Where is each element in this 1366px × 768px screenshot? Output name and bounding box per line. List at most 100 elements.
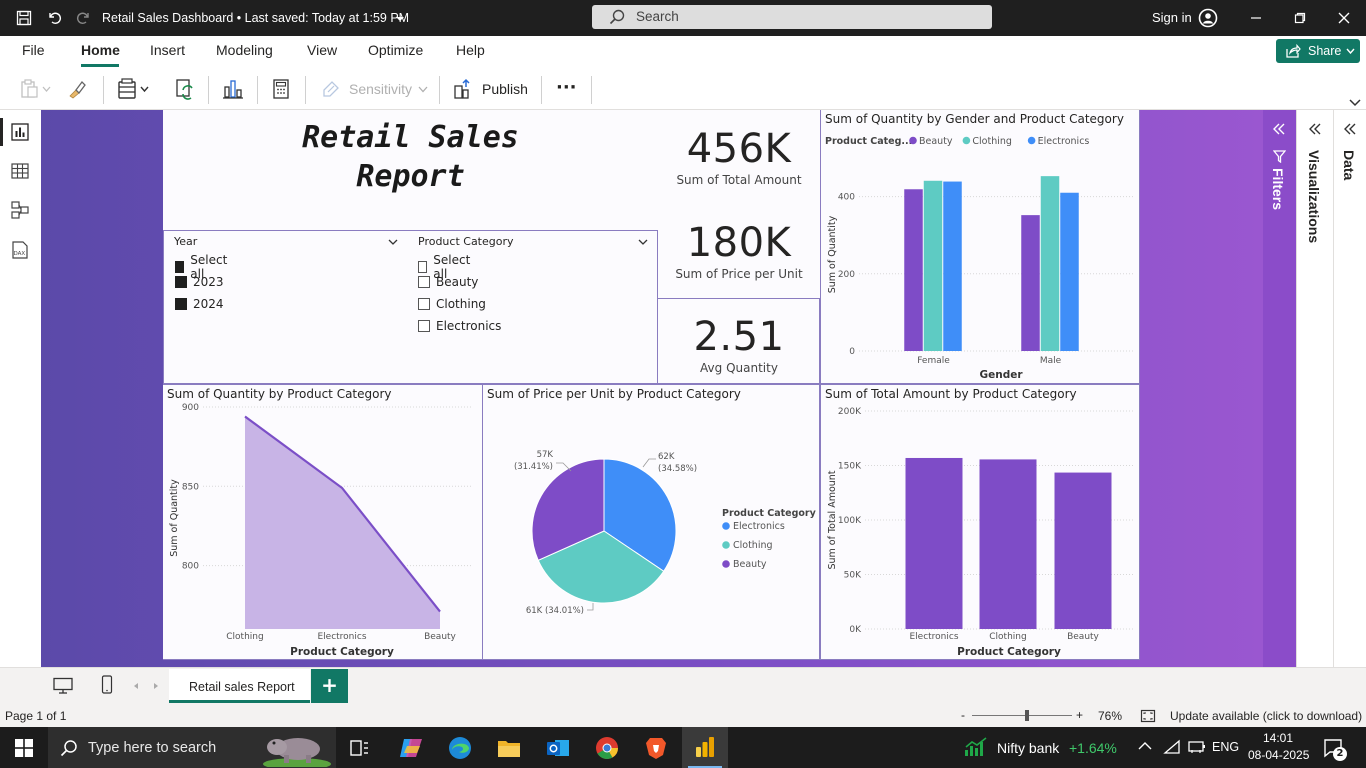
data-pane[interactable]: Data (1333, 110, 1366, 667)
chrome-icon[interactable] (594, 735, 620, 761)
publish-button[interactable]: Publish (453, 77, 528, 101)
report-view-icon[interactable] (10, 122, 30, 142)
scroll-left-icon[interactable] (132, 682, 140, 690)
minimize-button[interactable] (1246, 8, 1266, 28)
copilot-icon[interactable] (398, 735, 424, 761)
chart-quantity-by-gender[interactable]: Sum of Quantity by Gender and Product Ca… (820, 110, 1140, 384)
expand-pane-icon[interactable] (1308, 122, 1322, 136)
undo-icon[interactable] (44, 8, 64, 28)
add-page-button[interactable]: + (311, 669, 348, 703)
expand-pane-icon[interactable] (1343, 122, 1357, 136)
clock-time[interactable]: 14:01 (1263, 731, 1293, 745)
wifi-icon[interactable] (1163, 739, 1181, 755)
account-icon[interactable] (1198, 8, 1218, 28)
refresh-button[interactable] (175, 77, 195, 101)
page-tab-retail-sales-report[interactable]: Retail sales Report (169, 669, 310, 703)
fit-to-page-icon[interactable] (1140, 709, 1156, 723)
zoom-out-button[interactable]: - (961, 708, 965, 722)
mobile-layout-icon[interactable] (100, 675, 114, 695)
chevron-up-icon[interactable] (1138, 741, 1152, 751)
maximize-button[interactable] (1290, 8, 1310, 28)
sign-in-link[interactable]: Sign in (1152, 10, 1192, 25)
update-available-link[interactable]: Update available (click to download) (1170, 709, 1362, 723)
tab-modeling[interactable]: Modeling (216, 42, 273, 58)
data-label: 62K (658, 452, 675, 462)
sensitivity-button[interactable]: Sensitivity (320, 77, 428, 101)
outlook-icon[interactable] (545, 735, 571, 761)
slicer-container: Year Select all 2023 2024 Product Catego… (163, 230, 658, 384)
filters-pane[interactable]: Filters (1263, 110, 1296, 667)
power-bi-taskbar-item[interactable] (682, 727, 728, 768)
checkbox[interactable] (175, 276, 187, 288)
zoom-slider-thumb[interactable] (1024, 710, 1029, 721)
checkbox[interactable] (418, 261, 428, 273)
search-box[interactable]: Search (592, 5, 992, 29)
dax-query-view-icon[interactable]: DAX (10, 240, 30, 260)
expand-pane-icon[interactable] (1272, 122, 1286, 136)
paste-button[interactable] (19, 77, 53, 101)
file-explorer-icon[interactable] (496, 735, 522, 761)
slicer-product-category: Product Category (418, 235, 648, 248)
checkbox[interactable] (175, 298, 187, 310)
chart-quantity-by-category[interactable]: Sum of Quantity by Product Category 800 8… (163, 384, 483, 660)
visualizations-pane[interactable]: Visualizations (1296, 110, 1333, 667)
view-rail: DAX (0, 110, 41, 667)
close-button[interactable] (1334, 8, 1354, 28)
y-tick-label: 850 (182, 482, 199, 492)
checkbox[interactable] (418, 276, 430, 288)
brave-browser-icon[interactable] (643, 735, 669, 761)
bar (905, 457, 963, 629)
tab-help[interactable]: Help (456, 42, 485, 58)
zoom-slider[interactable] (972, 715, 1072, 716)
slicer-item[interactable]: Beauty (418, 275, 478, 289)
format-painter-button[interactable] (67, 77, 87, 101)
stock-name[interactable]: Nifty bank (997, 740, 1059, 756)
kpi-card-price-per-unit[interactable]: 180K Sum of Price per Unit (658, 220, 820, 281)
tab-home[interactable]: Home (81, 42, 120, 58)
legend-marker (909, 136, 917, 145)
clock-date[interactable]: 08-04-2025 (1248, 748, 1309, 762)
model-view-icon[interactable] (10, 200, 30, 220)
redo-icon[interactable] (74, 8, 94, 28)
visualizations-label: Visualizations (1306, 150, 1322, 244)
edge-browser-icon[interactable] (447, 735, 473, 761)
windows-start-icon[interactable] (15, 739, 33, 757)
language-indicator[interactable]: ENG (1212, 740, 1239, 754)
taskbar-search[interactable]: Type here to search (48, 727, 336, 768)
scroll-right-icon[interactable] (152, 682, 160, 690)
more-options-button[interactable]: ··· (556, 75, 577, 99)
chevron-down-icon[interactable] (638, 237, 648, 247)
checkbox[interactable] (418, 320, 430, 332)
task-view-icon[interactable] (348, 737, 370, 759)
save-icon[interactable] (14, 8, 34, 28)
chart-amount-by-category[interactable]: Sum of Total Amount by Product Category … (820, 384, 1140, 660)
new-measure-button[interactable] (271, 77, 291, 101)
kpi-card-total-amount[interactable]: 456K Sum of Total Amount (658, 126, 820, 187)
slicer-item[interactable]: Electronics (418, 319, 501, 333)
chart-price-by-category-svg: 62K (34.58%) 57K (31.41%) 61K (34.01%) Produc… (514, 450, 817, 616)
tab-insert[interactable]: Insert (150, 42, 185, 58)
tab-file[interactable]: File (22, 42, 45, 58)
get-data-button[interactable] (117, 77, 153, 101)
chevron-down-icon[interactable] (388, 237, 398, 247)
y-tick-label: 900 (182, 403, 199, 413)
share-button[interactable]: Share (1276, 39, 1360, 63)
new-visual-button[interactable] (222, 77, 244, 101)
slicer-item[interactable]: Clothing (418, 297, 486, 311)
stock-chart-icon[interactable] (964, 737, 990, 757)
table-view-icon[interactable] (10, 161, 30, 181)
kpi-card-avg-quantity[interactable]: 2.51 Avg Quantity (658, 314, 820, 375)
chart-price-by-category[interactable]: Sum of Price per Unit by Product Categor… (483, 384, 820, 660)
zoom-in-button[interactable]: + (1076, 708, 1083, 722)
slicer-item[interactable]: 2023 (175, 275, 224, 289)
tab-view[interactable]: View (307, 42, 337, 58)
desktop-layout-icon[interactable] (52, 677, 74, 695)
collapse-ribbon-icon[interactable] (1349, 98, 1361, 107)
y-axis-label: Sum of Total Amount (827, 470, 838, 569)
slicer-item[interactable]: 2024 (175, 297, 224, 311)
checkbox[interactable] (175, 261, 185, 273)
tab-optimize[interactable]: Optimize (368, 42, 423, 58)
checkbox[interactable] (418, 298, 430, 310)
chevron-down-icon[interactable] (390, 9, 410, 29)
battery-icon[interactable] (1186, 740, 1206, 754)
